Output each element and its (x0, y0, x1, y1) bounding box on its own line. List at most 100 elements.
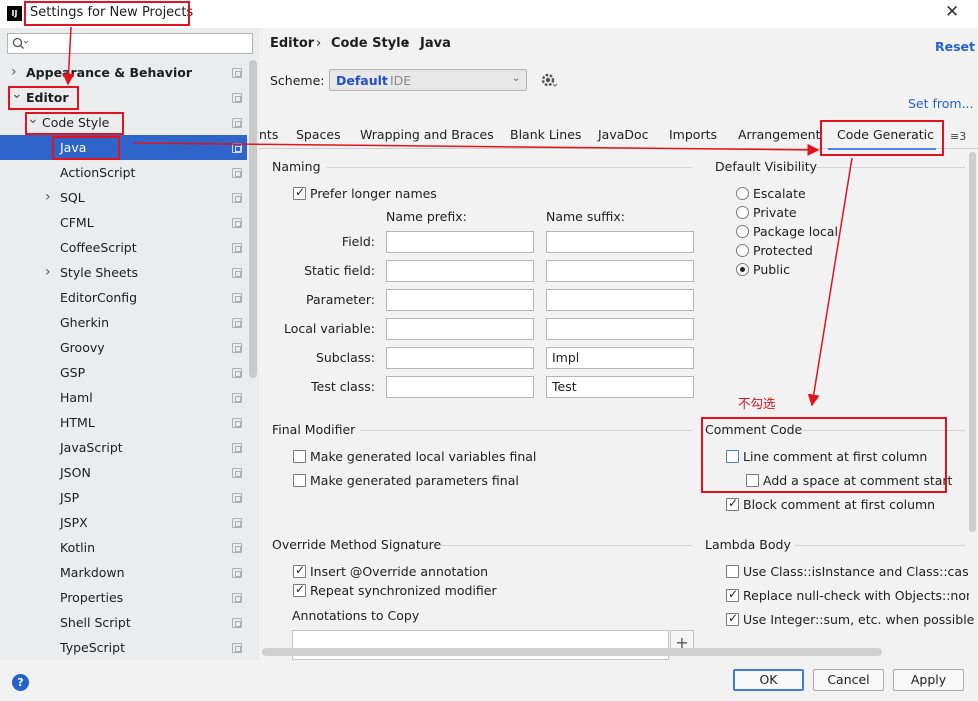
block-comment-first-column-checkbox[interactable] (726, 496, 739, 511)
tab-wrapping-and-braces[interactable]: Wrapping and Braces (360, 127, 494, 142)
divider (327, 167, 692, 168)
tab-code-generation[interactable]: Code Generatic (837, 127, 934, 142)
sidebar-item-java[interactable]: Java (0, 135, 247, 160)
ok-button[interactable]: OK (733, 669, 804, 691)
sidebar-item-label: CFML (60, 215, 94, 230)
sidebar-item-markdown[interactable]: Markdown (0, 560, 247, 585)
project-scope-icon (232, 293, 242, 303)
scheme-dropdown[interactable]: Default IDE ⌄ (329, 69, 527, 91)
chevron-right-icon[interactable]: › (45, 260, 51, 285)
sidebar-item-label: Groovy (60, 340, 105, 355)
sidebar-item-label: JSP (60, 490, 80, 505)
sidebar-scrollbar[interactable] (249, 60, 257, 378)
gear-icon[interactable] (540, 71, 558, 89)
visibility-protected-label: Protected (753, 243, 813, 258)
breadcrumb-java: Java (420, 36, 451, 51)
sidebar-item-gsp[interactable]: GSP (0, 360, 247, 385)
sidebar-item-actionscript[interactable]: ActionScript (0, 160, 247, 185)
sidebar-item-haml[interactable]: Haml (0, 385, 247, 410)
prefer-longer-names-label: Prefer longer names (310, 186, 437, 201)
sidebar-item-label: Kotlin (60, 540, 95, 555)
use-integer-sum-checkbox[interactable] (726, 611, 739, 626)
sidebar-item-appearance-behavior[interactable]: › Appearance & Behavior (0, 60, 247, 85)
line-comment-first-column-checkbox[interactable] (726, 450, 739, 463)
visibility-package-local-radio[interactable] (736, 225, 749, 238)
visibility-escalate-radio[interactable] (736, 187, 749, 200)
visibility-private-radio[interactable] (736, 206, 749, 219)
use-isinstance-checkbox[interactable] (726, 565, 739, 578)
project-scope-icon (232, 443, 242, 453)
project-scope-icon (232, 643, 242, 653)
test-class-prefix-input[interactable] (386, 376, 534, 398)
sidebar-item-editorconfig[interactable]: EditorConfig (0, 285, 247, 310)
parameters-final-checkbox[interactable] (293, 474, 306, 487)
project-scope-icon (232, 93, 242, 103)
tab-imports[interactable]: Imports (669, 127, 717, 142)
sidebar-item-sql[interactable]: › SQL (0, 185, 247, 210)
static-field-suffix-input[interactable] (546, 260, 694, 282)
project-scope-icon (232, 143, 242, 153)
visibility-protected-radio[interactable] (736, 244, 749, 257)
local-variables-final-checkbox[interactable] (293, 450, 306, 463)
apply-button[interactable]: Apply (893, 669, 964, 691)
field-suffix-input[interactable] (546, 231, 694, 253)
static-field-prefix-input[interactable] (386, 260, 534, 282)
local-variables-final-label: Make generated local variables final (310, 449, 537, 464)
panel-vertical-scrollbar[interactable] (969, 152, 976, 532)
more-tabs-icon[interactable]: ≡3 (950, 130, 966, 143)
search-input[interactable] (7, 33, 253, 54)
breadcrumb-code-style[interactable]: Code Style (331, 36, 409, 51)
sidebar-item-gherkin[interactable]: Gherkin (0, 310, 247, 335)
breadcrumb-editor[interactable]: Editor (270, 36, 314, 51)
test-class-suffix-input[interactable]: Test (546, 376, 694, 398)
sidebar-item-label: ActionScript (60, 165, 136, 180)
help-icon[interactable]: ? (12, 674, 29, 691)
tab-javadoc[interactable]: JavaDoc (598, 127, 649, 142)
parameter-suffix-input[interactable] (546, 289, 694, 311)
tab-spaces[interactable]: Spaces (296, 127, 341, 142)
chevron-down-icon[interactable]: ⌄ (27, 107, 39, 132)
space-at-comment-start-checkbox[interactable] (746, 474, 759, 487)
window-title: Settings for New Projects (30, 5, 194, 20)
tab-arrangement[interactable]: Arrangement (738, 127, 821, 142)
sidebar-item-html[interactable]: HTML (0, 410, 247, 435)
sidebar-item-typescript[interactable]: TypeScript (0, 635, 247, 660)
close-icon[interactable]: ✕ (945, 2, 959, 22)
local-variable-suffix-input[interactable] (546, 318, 694, 340)
insert-override-checkbox[interactable] (293, 563, 306, 578)
sidebar-item-properties[interactable]: Properties (0, 585, 247, 610)
panel-horizontal-scrollbar[interactable] (262, 648, 882, 656)
set-from-link[interactable]: Set from... (908, 96, 974, 111)
subclass-prefix-input[interactable] (386, 347, 534, 369)
section-comment-code-title: Comment Code (705, 422, 803, 437)
sidebar-item-code-style[interactable]: ⌄ Code Style (0, 110, 247, 135)
replace-null-check-checkbox[interactable] (726, 587, 739, 602)
subclass-suffix-input[interactable]: Impl (546, 347, 694, 369)
visibility-public-radio[interactable] (736, 263, 749, 276)
tab-indents[interactable]: nts (259, 127, 278, 142)
field-prefix-input[interactable] (386, 231, 534, 253)
sidebar-item-jspx[interactable]: JSPX (0, 510, 247, 535)
parameter-prefix-input[interactable] (386, 289, 534, 311)
sidebar-item-jsp[interactable]: JSP (0, 485, 247, 510)
insert-override-label: Insert @Override annotation (310, 564, 489, 579)
sidebar-item-groovy[interactable]: Groovy (0, 335, 247, 360)
sidebar-item-kotlin[interactable]: Kotlin (0, 535, 247, 560)
cancel-button[interactable]: Cancel (813, 669, 884, 691)
sidebar-item-coffeescript[interactable]: CoffeeScript (0, 235, 247, 260)
sidebar-item-javascript[interactable]: JavaScript (0, 435, 247, 460)
chevron-down-icon[interactable]: ⌄ (11, 82, 23, 107)
reset-link[interactable]: Reset (935, 39, 975, 54)
section-default-visibility-title: Default Visibility (715, 159, 818, 174)
sidebar-item-json[interactable]: JSON (0, 460, 247, 485)
prefer-longer-names-checkbox[interactable] (293, 185, 306, 200)
chevron-right-icon[interactable]: › (45, 185, 51, 210)
tab-blank-lines[interactable]: Blank Lines (510, 127, 581, 142)
sidebar-item-label: CoffeeScript (60, 240, 137, 255)
repeat-synchronized-checkbox[interactable] (293, 582, 306, 597)
sidebar-item-cfml[interactable]: CFML (0, 210, 247, 235)
sidebar-item-style-sheets[interactable]: › Style Sheets (0, 260, 247, 285)
sidebar-item-shell-script[interactable]: Shell Script (0, 610, 247, 635)
local-variable-prefix-input[interactable] (386, 318, 534, 340)
field-label: Field: (341, 234, 375, 249)
